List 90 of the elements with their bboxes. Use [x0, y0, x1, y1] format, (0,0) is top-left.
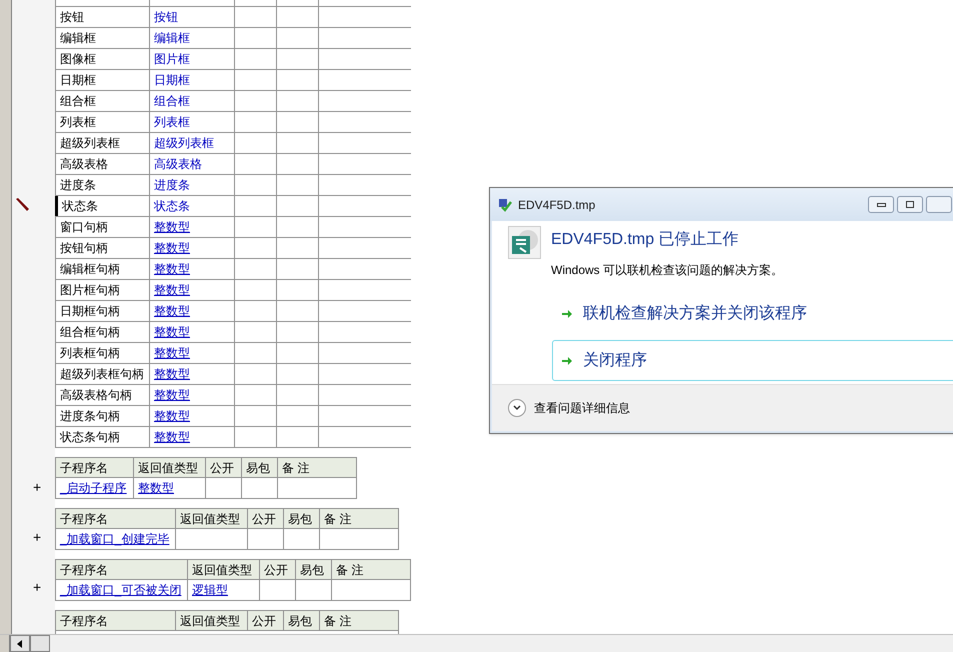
scrollbar-thumb[interactable]	[30, 635, 50, 652]
variable-type[interactable]: 整数型	[150, 238, 235, 258]
variable-name: 进度条句柄	[55, 406, 150, 426]
variable-type[interactable]: 组合框	[150, 91, 235, 111]
column-header: 子程序名	[56, 611, 176, 630]
arrow-icon	[561, 308, 573, 320]
variable-name: 窗口句柄	[55, 217, 150, 237]
variable-name: 日期框句柄	[55, 301, 150, 321]
column-header: 返回值类型	[176, 509, 248, 528]
scrollbar-edge	[0, 635, 10, 652]
variable-name: 进度条	[55, 175, 150, 195]
maximize-button[interactable]	[897, 196, 923, 213]
column-header: 公开	[248, 611, 284, 630]
column-header: 易包	[242, 458, 278, 477]
horizontal-scrollbar[interactable]	[0, 634, 953, 652]
variable-name: 超级列表框句柄	[55, 364, 150, 384]
variable-type[interactable]: 高级表格	[150, 154, 235, 174]
return-type[interactable]: 整数型	[134, 478, 206, 498]
chevron-down-icon	[513, 405, 521, 411]
variable-name: 状态条句柄	[55, 427, 150, 447]
expand-details-button[interactable]	[508, 399, 526, 417]
minimize-button[interactable]	[868, 196, 894, 213]
variable-type[interactable]: 进度条	[150, 175, 235, 195]
app-logo-icon	[508, 226, 541, 259]
expand-toggle[interactable]: +	[33, 480, 42, 494]
subroutine-name[interactable]: _加载窗口_可否被关闭	[56, 580, 188, 600]
subroutine-name[interactable]: _启动子程序	[56, 478, 134, 498]
variable-name: 组合框	[55, 91, 150, 111]
variable-name: 状态条	[55, 196, 150, 216]
variable-type[interactable]: 按钮	[150, 7, 235, 27]
variable-type[interactable]: 整数型	[150, 364, 235, 384]
column-header: 公开	[260, 560, 296, 579]
variable-type[interactable]: 列表框	[150, 112, 235, 132]
column-header: 备 注	[335, 562, 364, 579]
column-header: 子程序名	[56, 509, 176, 528]
return-type[interactable]: 逻辑型	[188, 580, 260, 600]
variable-name: 日期框	[55, 70, 150, 90]
variable-type[interactable]: 状态条	[150, 196, 235, 216]
scroll-left-button[interactable]	[10, 635, 30, 652]
variable-type[interactable]: 日期框	[150, 70, 235, 90]
column-header: 返回值类型	[188, 560, 260, 579]
column-header: 易包	[284, 611, 320, 630]
variable-name: 高级表格句柄	[55, 385, 150, 405]
variable-type[interactable]: 整数型	[150, 259, 235, 279]
variable-type[interactable]: 编辑框	[150, 28, 235, 48]
column-header: 公开	[248, 509, 284, 528]
dialog-message: Windows 可以联机检查该问题的解决方案。	[551, 262, 784, 279]
column-header: 子程序名	[56, 458, 134, 477]
column-header: 备 注	[281, 460, 310, 477]
pencil-icon	[14, 197, 30, 213]
column-header: 公开	[206, 458, 242, 477]
variable-name: 按钮	[55, 7, 150, 27]
variable-type[interactable]: 整数型	[150, 322, 235, 342]
left-arrow-icon	[17, 640, 23, 648]
variable-type[interactable]: 整数型	[150, 301, 235, 321]
column-header: 返回值类型	[176, 611, 248, 630]
variable-type[interactable]: 图片框	[150, 49, 235, 69]
command-link[interactable]: 联机检查解决方案并关闭该程序	[552, 293, 953, 334]
variable-type[interactable]: 整数型	[150, 280, 235, 300]
column-header: 易包	[284, 509, 320, 528]
subroutine-name[interactable]: _加载窗口_创建完毕	[56, 529, 176, 549]
expand-toggle[interactable]: +	[33, 580, 42, 594]
column-header: 返回值类型	[134, 458, 206, 477]
variable-type[interactable]: 整数型	[150, 385, 235, 405]
variable-name: 图片框句柄	[55, 280, 150, 300]
command-link[interactable]: 关闭程序	[552, 340, 953, 381]
variable-type[interactable]: 整数型	[150, 217, 235, 237]
variable-name: 图像框	[55, 49, 150, 69]
variable-type[interactable]: 整数型	[150, 427, 235, 447]
variable-name: 组合框句柄	[55, 322, 150, 342]
variable-type[interactable]: 整数型	[150, 406, 235, 426]
arrow-icon	[561, 354, 573, 366]
details-link[interactable]: 查看问题详细信息	[534, 399, 630, 417]
variable-name: 编辑框	[55, 28, 150, 48]
column-header: 子程序名	[56, 560, 188, 579]
variable-name: 列表框	[55, 112, 150, 132]
variable-type[interactable]: 超级列表框	[150, 133, 235, 153]
variable-name: 按钮句柄	[55, 238, 150, 258]
column-header: 备 注	[323, 613, 352, 630]
column-header: 备 注	[323, 511, 352, 528]
variable-name: 编辑框句柄	[55, 259, 150, 279]
variable-name: 超级列表框	[55, 133, 150, 153]
variable-name: 列表框句柄	[55, 343, 150, 363]
window-title: EDV4F5D.tmp	[518, 196, 596, 214]
expand-toggle[interactable]: +	[33, 530, 42, 544]
variable-name: 高级表格	[55, 154, 150, 174]
dialog-heading: EDV4F5D.tmp 已停止工作	[551, 230, 740, 250]
column-header: 易包	[296, 560, 332, 579]
variable-type[interactable]: 整数型	[150, 343, 235, 363]
app-icon	[498, 198, 512, 212]
